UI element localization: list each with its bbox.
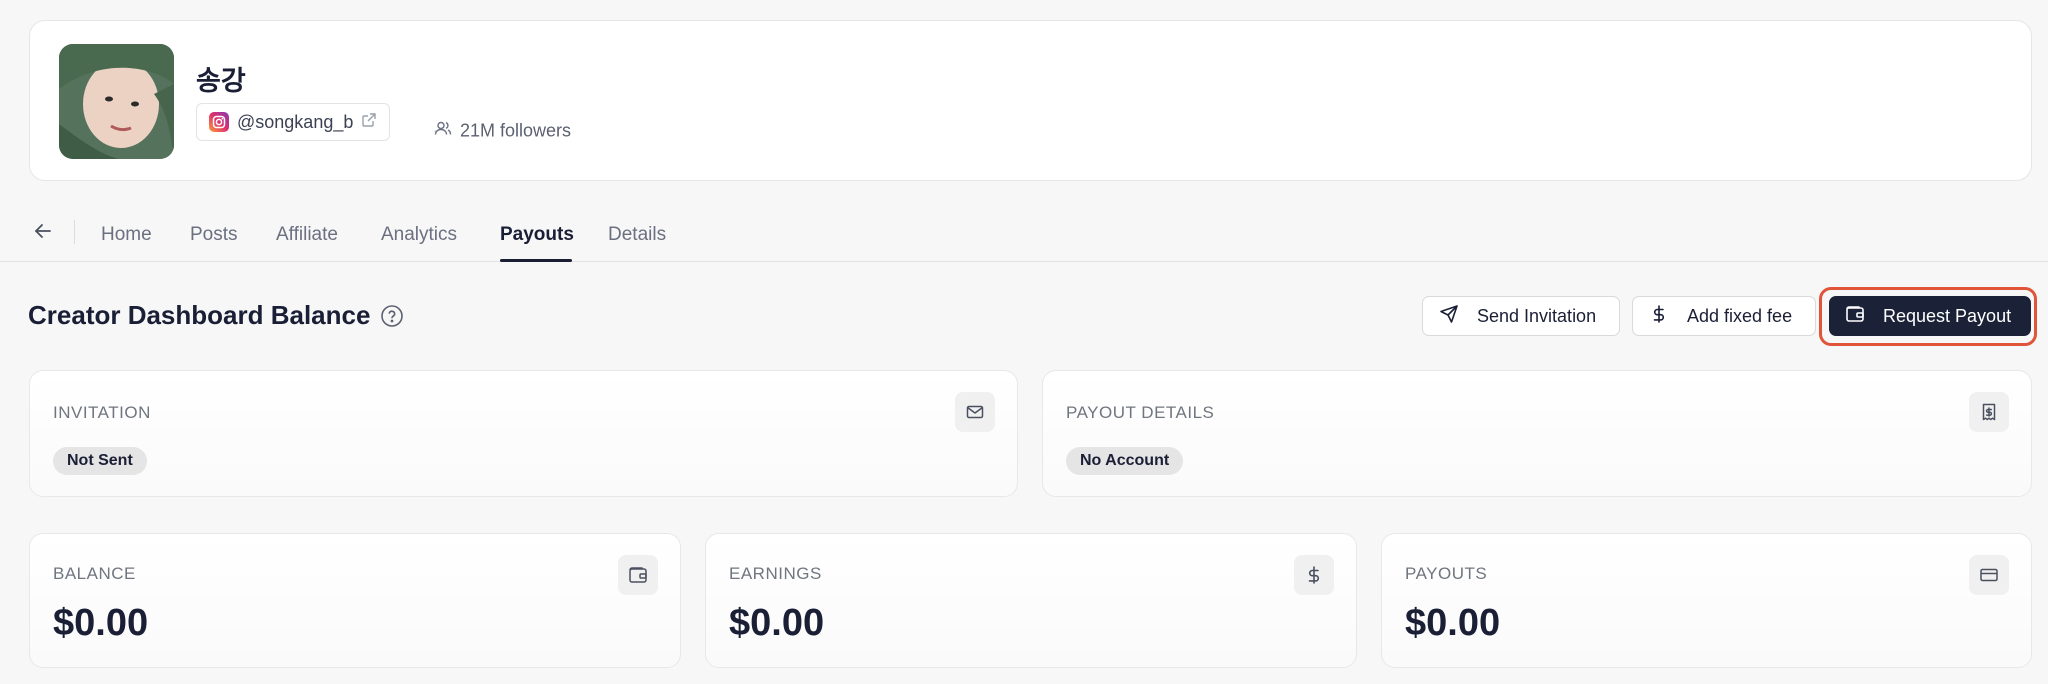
tab-details[interactable]: Details — [608, 224, 666, 246]
invitation-status-badge: Not Sent — [53, 447, 147, 475]
profile-card: 송강 @songkang_b · 21M followers — [29, 20, 2032, 181]
send-invitation-label: Send Invitation — [1477, 305, 1597, 326]
tab-analytics[interactable]: Analytics — [381, 224, 457, 246]
tab-affiliate[interactable]: Affiliate — [276, 224, 338, 246]
request-payout-button[interactable]: Request Payout — [1829, 296, 2031, 336]
avatar — [59, 44, 174, 159]
back-arrow-icon[interactable] — [32, 220, 54, 242]
social-handle-link[interactable]: @songkang_b — [196, 103, 391, 141]
page-title: Creator Dashboard Balance — [28, 300, 371, 330]
request-payout-label: Request Payout — [1883, 305, 2012, 326]
add-fixed-fee-label: Add fixed fee — [1687, 305, 1793, 326]
dollar-icon — [1649, 304, 1669, 329]
tab-posts[interactable]: Posts — [190, 224, 238, 246]
payout-details-label: PAYOUT DETAILS — [1066, 403, 1215, 422]
tab-bar: Home Posts Affiliate Analytics Payouts D… — [0, 205, 2048, 262]
wallet-icon — [1845, 304, 1865, 329]
tab-home[interactable]: Home — [101, 224, 152, 246]
payouts-card: PAYOUTS $0.00 — [1381, 533, 2032, 668]
balance-label: BALANCE — [53, 564, 136, 583]
wallet-icon — [618, 555, 658, 595]
active-tab-indicator — [500, 259, 572, 262]
payouts-amount: $0.00 — [1405, 602, 1501, 644]
profile-name: 송강 — [196, 66, 246, 97]
credit-card-icon — [1969, 555, 2009, 595]
social-handle: @songkang_b — [237, 111, 354, 132]
payouts-label: PAYOUTS — [1405, 564, 1488, 583]
dollar-icon — [1294, 555, 1334, 595]
send-icon — [1439, 304, 1459, 329]
send-invitation-button[interactable]: Send Invitation — [1422, 296, 1620, 336]
help-icon[interactable] — [380, 304, 404, 328]
external-link-icon — [361, 112, 377, 133]
earnings-amount: $0.00 — [729, 602, 825, 644]
invitation-card: INVITATION Not Sent — [29, 370, 1018, 497]
followers-label: 21M followers — [460, 120, 572, 141]
payout-details-card: PAYOUT DETAILS No Account — [1042, 370, 2032, 497]
tab-divider — [74, 220, 75, 244]
instagram-icon — [209, 112, 229, 132]
mail-icon — [955, 392, 995, 432]
invitation-label: INVITATION — [53, 403, 151, 422]
earnings-label: EARNINGS — [729, 564, 822, 583]
earnings-card: EARNINGS $0.00 — [705, 533, 1357, 668]
receipt-dollar-icon — [1969, 392, 2009, 432]
balance-amount: $0.00 — [53, 602, 149, 644]
add-fixed-fee-button[interactable]: Add fixed fee — [1632, 296, 1816, 336]
tab-payouts[interactable]: Payouts — [500, 224, 574, 246]
followers-count: 21M followers — [434, 120, 571, 143]
users-icon — [434, 120, 452, 143]
balance-card: BALANCE $0.00 — [29, 533, 681, 668]
payout-details-status-badge: No Account — [1066, 447, 1184, 475]
